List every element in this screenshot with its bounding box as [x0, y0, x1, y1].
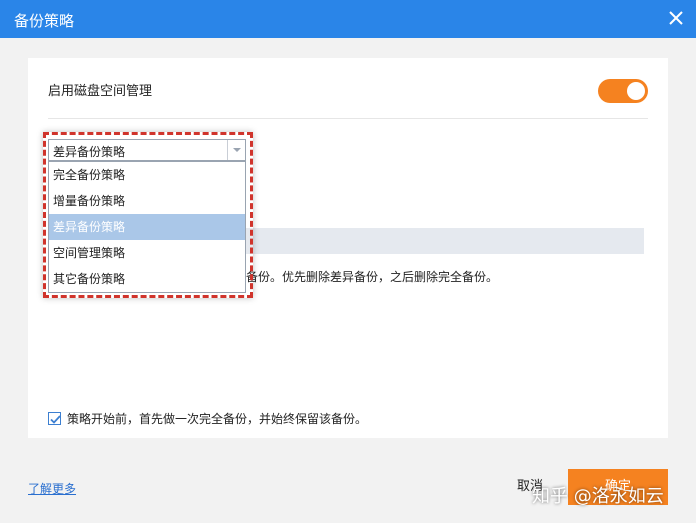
check-icon — [50, 415, 61, 424]
strategy-options-list: 完全备份策略 增量备份策略 差异备份策略 空间管理策略 其它备份策略 — [48, 161, 246, 293]
watermark: 知乎 @洛永如云 — [532, 486, 664, 507]
strategy-select-value: 差异备份策略 — [53, 145, 126, 159]
title-bar: 备份策略 — [0, 0, 696, 38]
strategy-option-space[interactable]: 空间管理策略 — [49, 240, 245, 266]
keep-full-backup-label: 策略开始前，首先做一次完全备份，并始终保留该备份。 — [67, 412, 368, 426]
strategy-description: 备份。优先删除差异备份，之后删除完全备份。 — [246, 270, 499, 284]
disk-management-toggle[interactable] — [598, 79, 648, 103]
toggle-knob — [627, 82, 645, 100]
strategy-info-bar — [244, 228, 644, 254]
strategy-select[interactable]: 差异备份策略 — [48, 139, 246, 161]
close-icon[interactable] — [666, 8, 686, 28]
strategy-option-other[interactable]: 其它备份策略 — [49, 266, 245, 292]
enable-disk-management-label: 启用磁盘空间管理 — [48, 84, 153, 99]
keep-full-backup-checkbox[interactable] — [48, 412, 61, 425]
keep-full-backup-row: 策略开始前，首先做一次完全备份，并始终保留该备份。 — [48, 410, 367, 427]
divider — [48, 118, 648, 119]
strategy-option-differential[interactable]: 差异备份策略 — [49, 214, 245, 240]
strategy-option-full[interactable]: 完全备份策略 — [49, 162, 245, 188]
learn-more-link[interactable]: 了解更多 — [28, 480, 76, 497]
chevron-down-icon[interactable] — [227, 140, 245, 160]
window-title: 备份策略 — [14, 12, 75, 30]
strategy-option-incremental[interactable]: 增量备份策略 — [49, 188, 245, 214]
